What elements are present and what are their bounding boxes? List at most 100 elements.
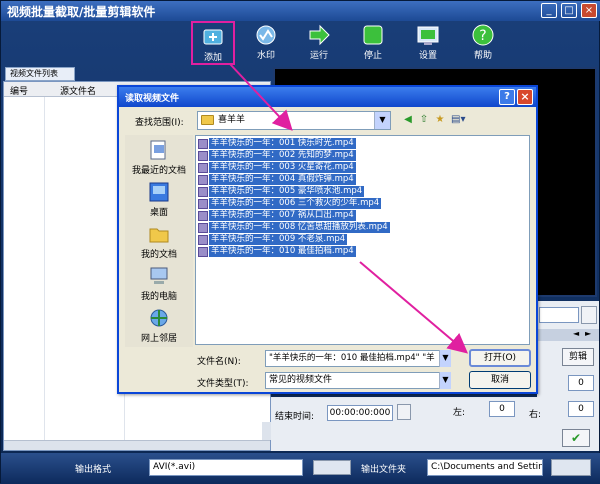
place-label: 桌面 [149,208,168,218]
output-format-select[interactable]: AVI(*.avi) [149,459,303,476]
clip-button[interactable]: 剪辑 [562,348,594,366]
close-icon[interactable]: × [517,89,533,105]
list-item[interactable]: 羊羊快乐的一年：005 豪华喷水池.mp4 [198,186,365,198]
place-recent-docs[interactable]: 我最近的文档 [125,135,193,176]
browse-folder-button[interactable] [551,459,591,476]
copy-button[interactable] [581,306,597,324]
end-time-label: 结束时间: [275,412,315,422]
list-item[interactable]: 羊羊快乐的一年：008 忆苦思甜播放列表.mp4 [198,222,390,234]
tab-video-list[interactable]: 视频文件列表 [5,67,75,81]
settings-button[interactable]: 设置 [406,21,450,65]
horizontal-scrollbar[interactable] [4,440,270,450]
list-item[interactable]: 羊羊快乐的一年：001 快乐时光.mp4 [198,138,356,150]
output-path-field[interactable] [539,307,579,323]
chevron-down-icon[interactable]: ▼ [439,350,451,367]
run-arrow-icon [309,24,330,46]
run-button[interactable]: 运行 [297,21,341,65]
run-label: 运行 [309,51,328,61]
filename-input[interactable]: "羊羊快乐的一年：010 最佳拍档.mp4" "羊 [265,350,451,367]
settings-icon [417,26,439,45]
file-name: 羊羊快乐的一年：001 快乐时光.mp4 [209,138,356,149]
file-name: 羊羊快乐的一年：010 最佳拍档.mp4 [209,246,356,257]
file-name: 羊羊快乐的一年：009 不老泉.mp4 [209,234,348,245]
clipboard-icon[interactable] [397,404,411,420]
watermark-label: 水印 [256,51,275,61]
back-icon[interactable]: ◀ [401,113,415,127]
maximize-icon[interactable]: □ [561,3,577,18]
list-item[interactable]: 羊羊快乐的一年：004 真假炸弹.mp4 [198,174,356,186]
list-item[interactable]: 羊羊快乐的一年：009 不老泉.mp4 [198,234,348,246]
up-folder-icon[interactable]: ⇧ [417,113,431,127]
left-label: 左: [453,408,466,418]
video-file-icon [198,139,208,149]
place-network[interactable]: 网上邻居 [125,303,193,344]
file-name: 羊羊快乐的一年：005 豪华喷水池.mp4 [209,186,365,197]
place-my-computer[interactable]: 我的电脑 [125,261,193,302]
stop-button[interactable]: 停止 [351,21,395,65]
stop-label: 停止 [363,51,382,61]
right-input[interactable]: 0 [568,401,594,417]
chevron-down-icon[interactable]: ▼ [439,372,451,389]
place-desktop[interactable]: 桌面 [125,177,193,218]
view-menu-icon[interactable]: ▤▾ [451,113,465,127]
app-titlebar: 视频批量截取/批量剪辑软件 _ □ × [1,1,600,21]
video-file-icon [198,175,208,185]
app-title: 视频批量截取/批量剪辑软件 [7,5,156,19]
list-item[interactable]: 羊羊快乐的一年：010 最佳拍档.mp4 [198,246,356,258]
open-button[interactable]: 打开(O) [469,349,531,367]
crop-settings-area: 结束时间: 00:00:00:000 左: 0 右: [271,397,541,451]
open-file-dialog: 读取视频文件 ? × 查找范围(I): 喜羊羊 ▼ ◀ ⇧ ★ ▤▾ 我最近的文… [117,85,538,394]
chevron-down-icon[interactable]: ▼ [374,112,390,129]
video-file-icon [198,235,208,245]
list-item[interactable]: 羊羊快乐的一年：006 三个救火的少年.mp4 [198,198,382,210]
list-item[interactable]: 羊羊快乐的一年：003 火星寄花.mp4 [198,162,356,174]
file-name: 羊羊快乐的一年：008 忆苦思甜播放列表.mp4 [209,222,390,233]
list-item[interactable]: 羊羊快乐的一年：002 先知的梦.mp4 [198,150,356,162]
place-label: 网上邻居 [140,334,177,344]
format-settings-button[interactable] [313,460,351,475]
add-label: 添加 [203,53,222,63]
filetype-select[interactable]: 常见的视频文件 [265,372,451,389]
minimize-icon[interactable]: _ [541,3,557,18]
look-in-label: 查找范围(I): [135,118,184,128]
help-label: 帮助 [473,51,492,61]
left-input[interactable]: 0 [489,401,515,417]
end-time-input[interactable]: 00:00:00:000 [327,405,393,421]
file-name: 羊羊快乐的一年：006 三个救火的少年.mp4 [209,198,382,209]
file-list[interactable]: 羊羊快乐的一年：001 快乐时光.mp4 羊羊快乐的一年：002 先知的梦.mp… [195,135,530,345]
add-button[interactable]: 添加 [191,21,235,65]
add-video-icon [203,29,223,45]
output-folder-input[interactable]: C:\Documents and Setting [427,459,543,476]
stop-icon [363,25,383,45]
place-label: 我的电脑 [140,292,177,302]
toolbar: 添加 水印 运行 停止 设置 ? 帮助 [1,21,600,65]
column-header-source-file[interactable]: 源文件名 [60,84,96,97]
filetype-label: 文件类型(T): [197,379,249,389]
column-header-number[interactable]: 编号 [10,84,28,97]
cancel-button[interactable]: 取消 [469,371,531,389]
network-places-icon [150,309,168,327]
my-documents-icon [149,228,169,243]
video-file-icon [198,247,208,257]
help-button[interactable]: ? 帮助 [461,21,505,65]
place-label: 我的文档 [140,250,177,260]
video-file-icon [198,199,208,209]
desktop-icon [149,182,169,202]
list-item[interactable]: 羊羊快乐的一年：007 祸从口出.mp4 [198,210,356,222]
new-folder-icon[interactable]: ★ [433,113,447,127]
recent-docs-icon [150,140,166,160]
confirm-button[interactable]: ✔ [562,429,590,447]
column-divider [44,97,45,440]
param-field-a[interactable]: 0 [568,375,594,391]
look-in-combo[interactable]: 喜羊羊 ▼ [197,111,391,130]
my-computer-icon [150,267,168,284]
close-icon[interactable]: × [581,3,597,18]
right-label: 右: [529,410,542,420]
watermark-button[interactable]: 水印 [244,21,288,65]
settings-label: 设置 [418,51,437,61]
panel-scroll-arrows[interactable]: ◄ ► [537,329,599,341]
video-file-icon [198,211,208,221]
place-my-documents[interactable]: 我的文档 [125,219,193,260]
help-icon[interactable]: ? [499,89,515,105]
filename-label: 文件名(N): [197,357,241,367]
